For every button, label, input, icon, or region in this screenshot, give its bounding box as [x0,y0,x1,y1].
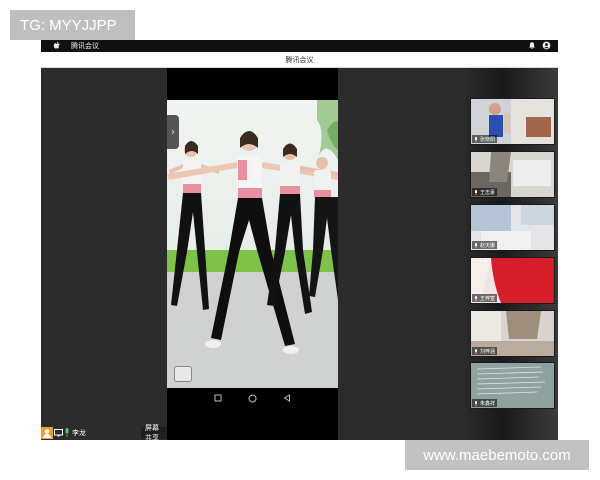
notification-icon[interactable] [528,41,536,50]
participant-name-bar: 朱鑫祥 [472,399,498,407]
participant-name: 王志豪 [480,189,496,196]
participant-tile[interactable]: 张晓阳 [470,98,555,145]
participant-name: 王梓萱 [480,295,496,302]
watermark-bottom: www.maebemoto.com [405,440,589,470]
participant-tile[interactable]: 王志豪 [470,151,555,198]
chevron-right-icon: › [171,126,175,138]
window-title-bar: 腾讯会议 [41,52,558,68]
android-nav-bar [167,388,338,408]
participant-name-bar: 刘梓涵 [472,347,498,355]
participant-name-bar: 王梓萱 [472,294,498,302]
avatar[interactable] [41,427,53,439]
participant-tile[interactable]: 王梓萱 [470,257,555,304]
back-icon[interactable] [283,394,291,402]
participant-name-bar: 张晓阳 [472,135,498,143]
participant-name: 赵天娜 [480,242,496,249]
self-name: 李龙 [72,429,86,437]
participant-name-bar: 赵天娜 [472,241,498,249]
dance-video-frame [167,100,338,388]
window-title: 腾讯会议 [285,55,314,64]
screen-share-button[interactable]: 屏幕共享 [141,424,167,442]
user-avatar-icon [43,429,51,438]
microphone-icon [475,136,477,142]
participant-tile[interactable]: 刘梓涵 [470,310,555,357]
microphone-icon [475,295,477,301]
app-menu-name[interactable]: 腾讯会议 [71,41,99,51]
microphone-icon [475,348,477,354]
microphone-icon [475,400,477,406]
home-icon[interactable] [248,394,257,403]
screen-share-label: 屏幕共享 [145,424,159,442]
microphone-icon[interactable] [64,428,70,437]
microphone-icon [475,189,477,195]
participant-tile[interactable]: 赵天娜 [470,204,555,251]
watermark-top: TG: MYYJJPP [10,10,135,40]
user-icon[interactable] [542,41,551,50]
system-menu-bar: 腾讯会议 [41,40,558,52]
participant-name: 朱鑫祥 [480,400,496,407]
participant-name: 张晓阳 [480,136,496,143]
shared-video [167,100,338,388]
expand-drawer-button[interactable]: › [167,115,179,149]
participant-name: 刘梓涵 [480,348,496,355]
caption-icon[interactable] [174,366,192,382]
participant-tile[interactable]: 朱鑫祥 [470,362,555,409]
microphone-icon [475,242,477,248]
apple-icon[interactable] [53,41,61,50]
recents-icon[interactable] [214,394,222,402]
self-status-bar: 李龙 屏幕共享 [41,424,167,442]
screen-share-icon[interactable] [54,429,63,437]
participant-name-bar: 王志豪 [472,188,498,196]
